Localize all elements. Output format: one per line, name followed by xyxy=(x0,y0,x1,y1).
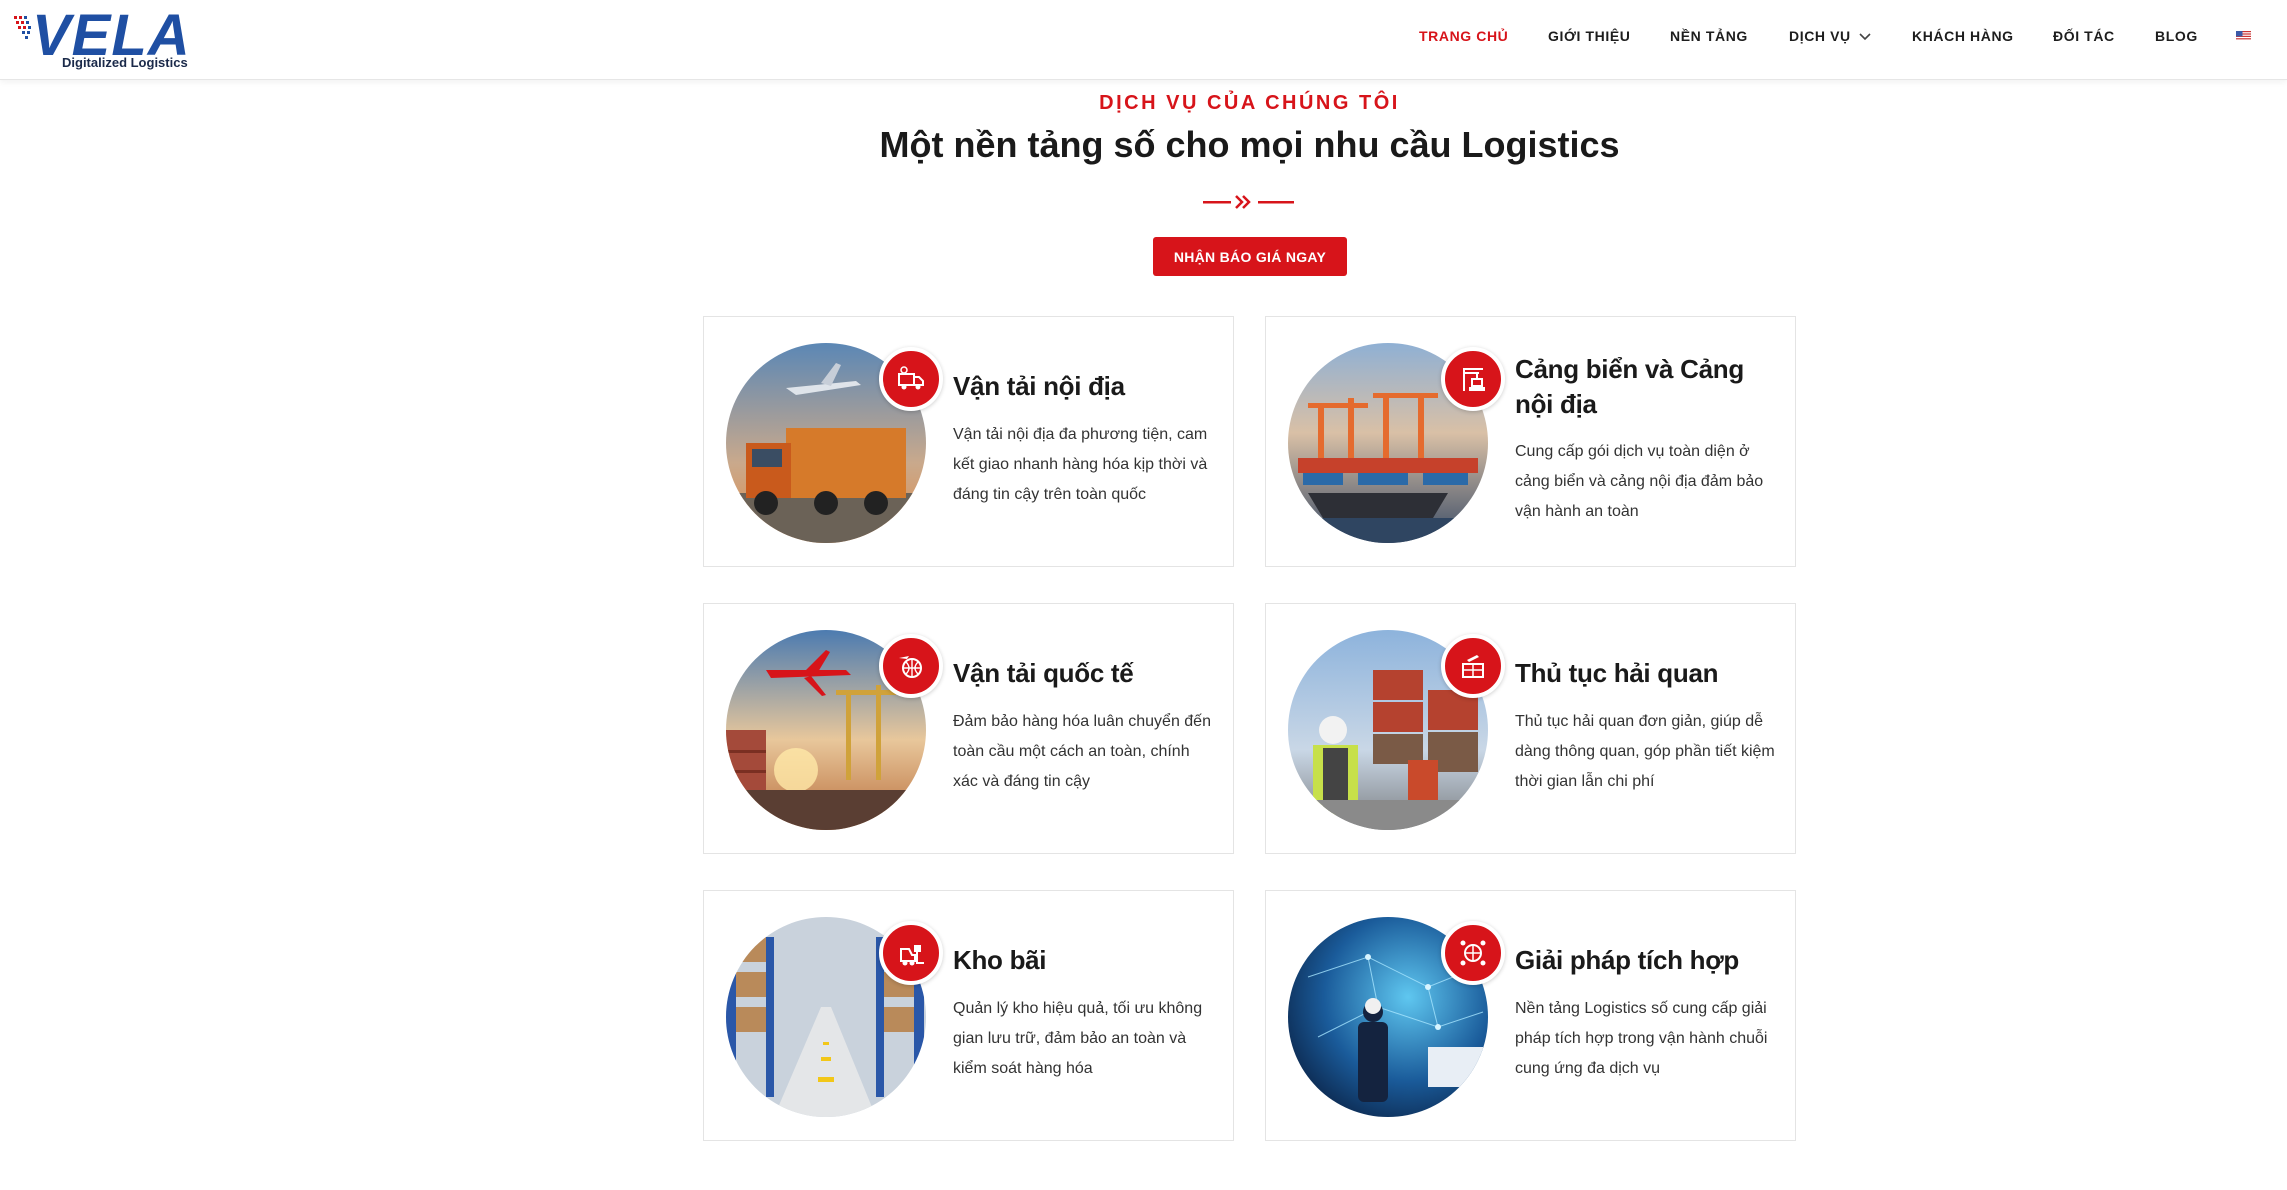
global-shipping-icon xyxy=(879,634,943,698)
get-quote-button[interactable]: NHẬN BÁO GIÁ NGAY xyxy=(1153,237,1347,276)
site-header: VELA Digitalized Logistics TRANG CHỦ GIỚ… xyxy=(0,0,2287,80)
section-title: Một nền tảng số cho mọi nhu cầu Logistic… xyxy=(879,124,1620,165)
service-description: Đảm bảo hàng hóa luân chuyển đến toàn cầ… xyxy=(953,713,1211,790)
service-description: Quản lý kho hiệu quả, tối ưu không gian … xyxy=(953,1000,1203,1077)
nav-blog[interactable]: BLOG xyxy=(2155,28,2198,44)
vela-logo[interactable]: VELA Digitalized Logistics xyxy=(12,3,197,74)
service-title[interactable]: Vận tải nội địa xyxy=(953,369,1215,404)
section-eyebrow-text: DỊCH VỤ CỦA CHÚNG TÔI xyxy=(1099,92,1400,114)
double-chevron-divider-icon xyxy=(1203,195,1294,209)
service-card-van-tai-quoc-te[interactable]: Vận tải quốc tế Đảm bảo hàng hóa luân ch… xyxy=(703,603,1234,854)
customs-icon xyxy=(1441,634,1505,698)
service-card-giai-phap-tich-hop[interactable]: Giải pháp tích hợp Nền tảng Logistics số… xyxy=(1265,890,1796,1141)
chevron-down-icon[interactable] xyxy=(1859,33,1871,41)
service-title[interactable]: Kho bãi xyxy=(953,943,1215,978)
service-description: Cung cấp gói dịch vụ toàn diện ở cảng bi… xyxy=(1515,443,1764,520)
service-card-cang-bien[interactable]: Cảng biển và Cảng nội địa Cung cấp gói d… xyxy=(1265,316,1796,567)
service-title[interactable]: Giải pháp tích hợp xyxy=(1515,943,1777,978)
truck-icon xyxy=(879,347,943,411)
service-description: Vận tải nội địa đa phương tiện, cam kết … xyxy=(953,426,1208,503)
service-title[interactable]: Vận tải quốc tế xyxy=(953,656,1215,691)
service-card-van-tai-noi-dia[interactable]: Vận tải nội địa Vận tải nội địa đa phươn… xyxy=(703,316,1234,567)
service-title[interactable]: Thủ tục hải quan xyxy=(1515,656,1777,691)
service-description: Nền tảng Logistics số cung cấp giải pháp… xyxy=(1515,1000,1768,1077)
nav-trang-chu[interactable]: TRANG CHỦ xyxy=(1419,28,1508,44)
service-description: Thủ tục hải quan đơn giản, giúp dễ dàng … xyxy=(1515,713,1775,790)
nav-doi-tac[interactable]: ĐỐI TÁC xyxy=(2053,28,2115,44)
service-card-thu-tuc-hai-quan[interactable]: Thủ tục hải quan Thủ tục hải quan đơn gi… xyxy=(1265,603,1796,854)
forklift-icon xyxy=(879,921,943,985)
nav-gioi-thieu[interactable]: GIỚI THIỆU xyxy=(1548,28,1631,44)
service-title[interactable]: Cảng biển và Cảng nội địa xyxy=(1515,352,1777,422)
us-flag-icon[interactable] xyxy=(2236,31,2251,41)
network-icon xyxy=(1441,921,1505,985)
nav-dich-vu[interactable]: DỊCH VỤ xyxy=(1789,28,1851,44)
port-crane-icon xyxy=(1441,347,1505,411)
service-card-kho-bai[interactable]: Kho bãi Quản lý kho hiệu quả, tối ưu khô… xyxy=(703,890,1234,1141)
nav-khach-hang[interactable]: KHÁCH HÀNG xyxy=(1912,28,2014,44)
nav-nen-tang[interactable]: NỀN TẢNG xyxy=(1670,28,1748,44)
logo-tagline: Digitalized Logistics xyxy=(62,55,188,70)
